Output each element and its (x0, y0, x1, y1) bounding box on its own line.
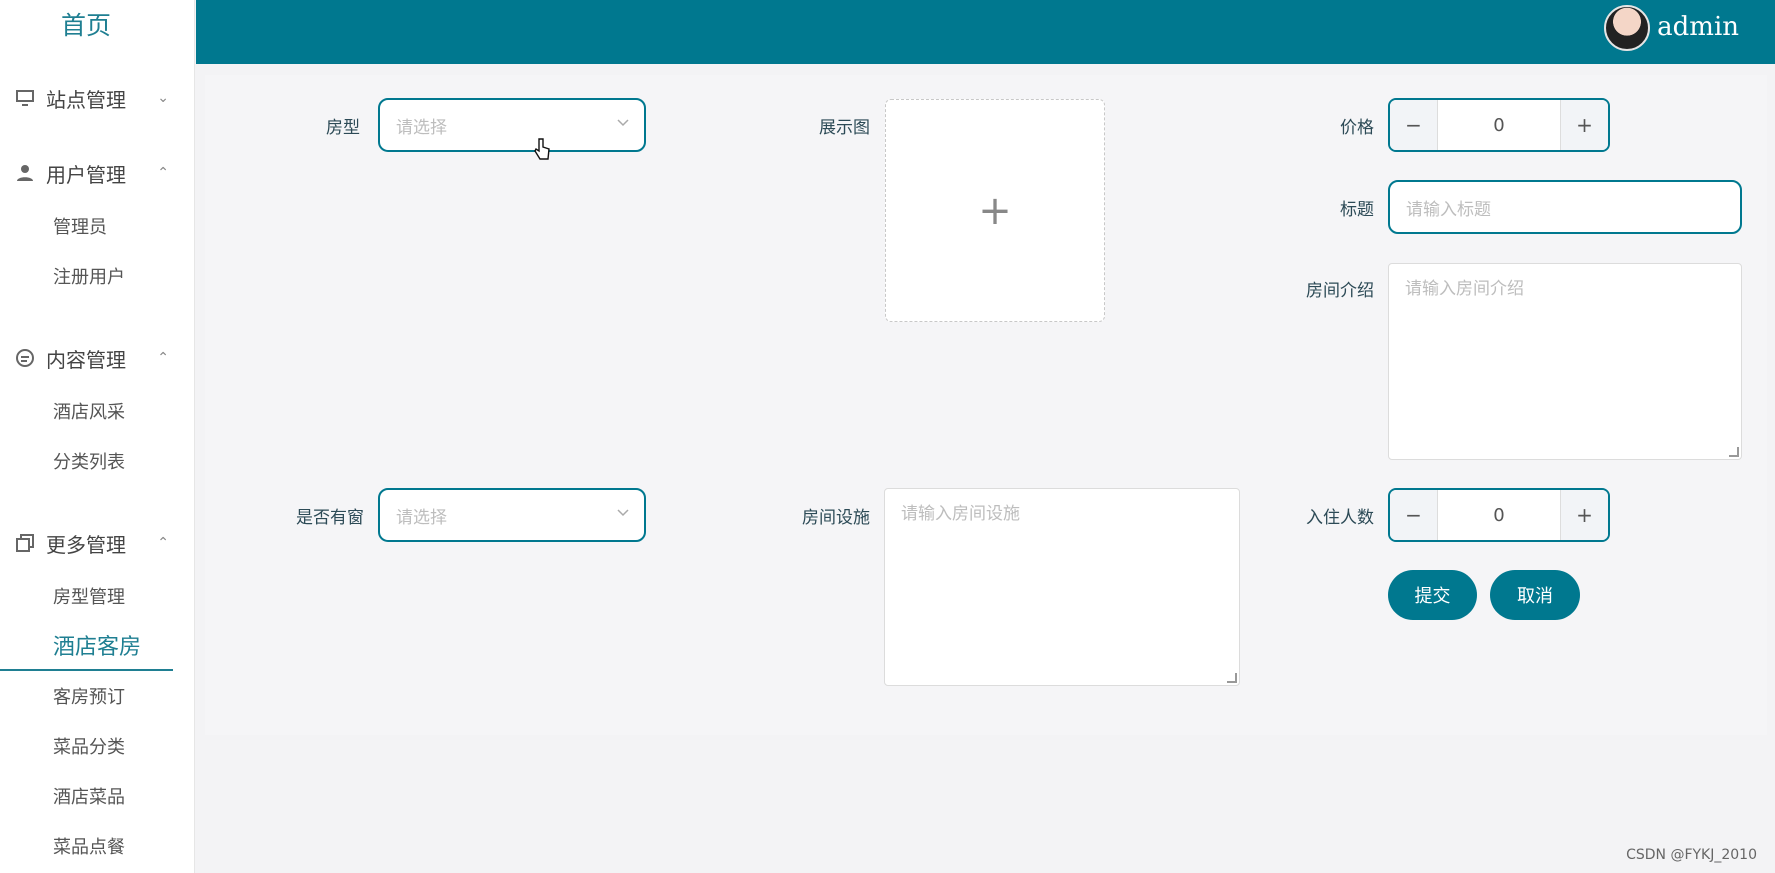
menu-group-content: 内容管理 ⌃ 酒店风采 分类列表 (0, 340, 195, 486)
room-facilities-textarea[interactable]: 请输入房间设施 (884, 488, 1240, 686)
menu-item-registered-users[interactable]: 注册用户 (0, 251, 195, 301)
chevron-up-icon: ⌃ (157, 165, 169, 181)
menu-label-site: 站点管理 (46, 87, 126, 112)
sidebar-home[interactable]: 首页 (0, 6, 172, 42)
chevron-up-icon: ⌃ (157, 350, 169, 366)
price-stepper[interactable]: − 0 + (1388, 98, 1610, 152)
menu-head-more[interactable]: 更多管理 ⌃ (0, 525, 195, 561)
menu-item-room-booking[interactable]: 客房预订 (0, 671, 195, 721)
price-minus-button[interactable]: − (1390, 100, 1438, 150)
price-value[interactable]: 0 (1438, 100, 1560, 150)
chevron-up-icon: ⌃ (157, 535, 169, 551)
user-icon (14, 162, 36, 184)
price-plus-button[interactable]: + (1560, 100, 1608, 150)
room-type-placeholder: 请选择 (396, 117, 447, 138)
menu-item-category-list[interactable]: 分类列表 (0, 436, 195, 486)
has-window-placeholder: 请选择 (396, 507, 447, 528)
menu-group-more: 更多管理 ⌃ 房型管理 酒店客房 客房预订 菜品分类 酒店菜品 菜品点餐 (0, 525, 195, 871)
chevron-down-icon (616, 504, 630, 523)
submit-button[interactable]: 提交 (1388, 570, 1477, 620)
cancel-button[interactable]: 取消 (1490, 570, 1580, 620)
sidebar: 首页 站点管理 ⌄ 用户管理 ⌃ 管理员 注册用户 内容管理 ⌃ 酒店风采 分类… (0, 0, 195, 873)
has-window-label: 是否有窗 (296, 508, 364, 528)
watermark: CSDN @FYKJ_2010 (1626, 847, 1757, 863)
room-intro-label: 房间介绍 (1306, 281, 1374, 301)
menu-group-site: 站点管理 ⌄ (0, 80, 195, 116)
top-bar: admin (196, 0, 1775, 64)
occupancy-minus-button[interactable]: − (1390, 490, 1438, 540)
occupancy-stepper[interactable]: − 0 + (1388, 488, 1610, 542)
room-intro-placeholder: 请输入房间介绍 (1405, 279, 1524, 299)
username[interactable]: admin (1657, 12, 1739, 42)
occupancy-value[interactable]: 0 (1438, 490, 1560, 540)
title-input[interactable]: 请输入标题 (1388, 180, 1742, 234)
room-facilities-label: 房间设施 (802, 508, 870, 528)
copy-icon (14, 532, 36, 554)
has-window-select[interactable]: 请选择 (378, 488, 646, 542)
chevron-down-icon: ⌄ (157, 90, 169, 106)
menu-item-room-type-management[interactable]: 房型管理 (0, 571, 195, 621)
menu-item-hotel-dishes[interactable]: 酒店菜品 (0, 771, 195, 821)
display-image-label: 展示图 (819, 118, 870, 138)
monitor-icon (14, 87, 36, 109)
price-label: 价格 (1340, 118, 1374, 138)
room-type-label: 房型 (326, 118, 360, 138)
menu-item-hotel-style[interactable]: 酒店风采 (0, 386, 195, 436)
plus-icon: + (978, 187, 1012, 234)
occupancy-label: 入住人数 (1306, 508, 1374, 528)
room-type-select[interactable]: 请选择 (378, 98, 646, 152)
room-facilities-placeholder: 请输入房间设施 (901, 504, 1020, 524)
menu-label-user: 用户管理 (46, 162, 126, 187)
occupancy-plus-button[interactable]: + (1560, 490, 1608, 540)
menu-item-dish-category[interactable]: 菜品分类 (0, 721, 195, 771)
menu-label-content: 内容管理 (46, 347, 126, 372)
menu-head-user[interactable]: 用户管理 ⌃ (0, 155, 195, 191)
menu-group-user: 用户管理 ⌃ 管理员 注册用户 (0, 155, 195, 301)
avatar[interactable] (1604, 5, 1650, 51)
resize-handle-icon[interactable] (1227, 673, 1237, 683)
chat-icon (14, 347, 36, 369)
image-upload-area[interactable]: + (885, 99, 1105, 322)
room-intro-textarea[interactable]: 请输入房间介绍 (1388, 263, 1742, 460)
menu-item-admin[interactable]: 管理员 (0, 201, 195, 251)
menu-item-hotel-rooms[interactable]: 酒店客房 (0, 621, 173, 671)
chevron-down-icon (616, 114, 630, 133)
title-placeholder: 请输入标题 (1406, 199, 1491, 220)
resize-handle-icon[interactable] (1729, 447, 1739, 457)
title-label: 标题 (1340, 200, 1374, 220)
menu-head-content[interactable]: 内容管理 ⌃ (0, 340, 195, 376)
menu-head-site[interactable]: 站点管理 ⌄ (0, 80, 195, 116)
hand-cursor-icon (534, 138, 550, 160)
menu-item-dish-order[interactable]: 菜品点餐 (0, 821, 195, 871)
menu-label-more: 更多管理 (46, 532, 126, 557)
